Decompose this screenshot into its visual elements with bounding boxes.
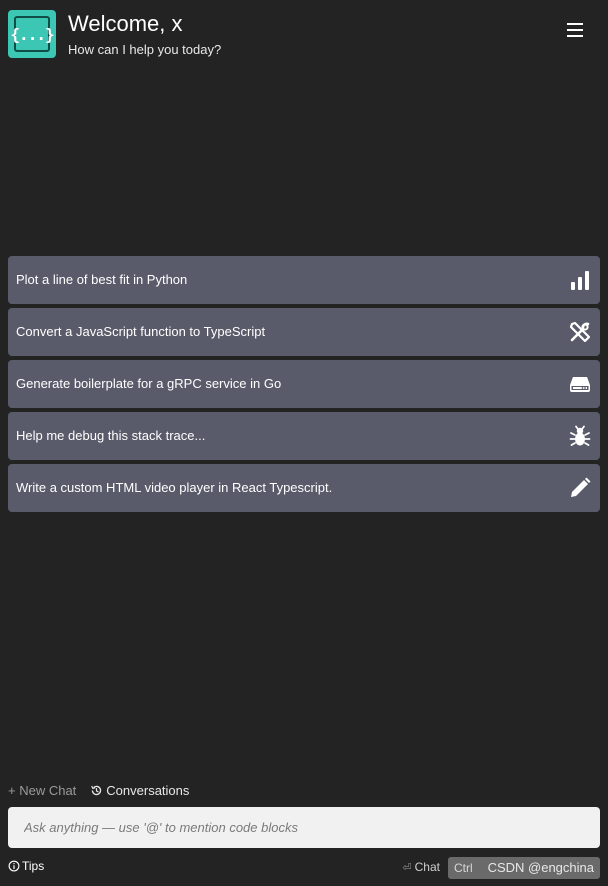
hamburger-menu-icon[interactable] xyxy=(564,18,588,42)
new-chat-link[interactable]: + New Chat xyxy=(8,783,76,798)
app-logo: {...} xyxy=(8,10,56,58)
suggestion-card[interactable]: Write a custom HTML video player in Reac… xyxy=(8,464,600,512)
chat-links: + New Chat Conversations xyxy=(8,781,189,799)
info-icon xyxy=(8,860,20,872)
tips-button[interactable]: Tips xyxy=(8,859,44,873)
tools-icon xyxy=(569,321,591,343)
conversations-link[interactable]: Conversations xyxy=(90,783,189,798)
suggestion-label: Convert a JavaScript function to TypeScr… xyxy=(16,324,266,339)
suggestion-label: Write a custom HTML video player in Reac… xyxy=(16,480,333,495)
pencil-icon xyxy=(571,477,591,497)
suggestion-label: Plot a line of best fit in Python xyxy=(16,272,188,287)
suggestion-card[interactable]: Convert a JavaScript function to TypeScr… xyxy=(8,308,600,356)
suggestion-card[interactable]: Help me debug this stack trace... xyxy=(8,412,600,460)
tips-label: Tips xyxy=(22,859,45,873)
enter-icon: ⏎ xyxy=(402,862,412,874)
chat-label: Chat xyxy=(414,860,440,874)
watermark: CSDN @engchina xyxy=(487,860,594,875)
ctrl-submit-button[interactable]: Ctrl CSDN @engchina xyxy=(448,857,600,879)
server-icon xyxy=(570,377,590,392)
suggestion-label: Help me debug this stack trace... xyxy=(16,428,206,443)
footer: Tips ⏎ Chat Ctrl CSDN @engchina xyxy=(8,857,600,879)
chat-input[interactable] xyxy=(22,819,586,836)
bug-icon xyxy=(569,425,591,446)
history-icon xyxy=(91,785,102,795)
suggestion-label: Generate boilerplate for a gRPC service … xyxy=(16,376,282,391)
header: {...} Welcome, x How can I help you toda… xyxy=(8,10,600,60)
page-title: Welcome, x xyxy=(68,11,183,36)
bar-chart-icon xyxy=(571,271,589,290)
chat-input-container xyxy=(8,807,600,848)
logo-braces: {...} xyxy=(10,16,55,52)
suggestion-card[interactable]: Generate boilerplate for a gRPC service … xyxy=(8,360,600,408)
ctrl-label: Ctrl xyxy=(454,861,473,875)
conversations-label: Conversations xyxy=(106,782,190,798)
chat-submit-button[interactable]: ⏎ Chat xyxy=(402,860,440,874)
suggestion-list: Plot a line of best fit in Python Conver… xyxy=(8,256,600,516)
page-subtitle: How can I help you today? xyxy=(68,42,222,57)
suggestion-card[interactable]: Plot a line of best fit in Python xyxy=(8,256,600,304)
